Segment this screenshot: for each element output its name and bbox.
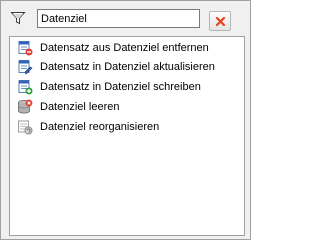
list-item-label: Datensatz aus Datenziel entfernen (40, 42, 209, 54)
list-item-label: Datensatz in Datenziel aktualisieren (40, 61, 215, 73)
list-item-datensatz-aktualisieren[interactable]: Datensatz in Datenziel aktualisieren (12, 58, 242, 76)
list-item-datensatz-entfernen[interactable]: Datensatz aus Datenziel entfernen (12, 39, 242, 57)
clear-x-icon (215, 16, 226, 27)
record-remove-icon (17, 40, 33, 56)
filter-panel: Datensatz aus Datenziel entfernen Datens… (0, 0, 251, 240)
clear-search-button[interactable] (209, 11, 231, 31)
database-reorganize-icon (17, 119, 33, 135)
search-input[interactable] (37, 9, 200, 28)
record-write-icon (17, 79, 33, 95)
list-item-label: Datenziel reorganisieren (40, 121, 160, 133)
list-item-label: Datensatz in Datenziel schreiben (40, 81, 201, 93)
list-item-datenziel-leeren[interactable]: Datenziel leeren (12, 98, 242, 116)
list-item-datensatz-schreiben[interactable]: Datensatz in Datenziel schreiben (12, 78, 242, 96)
list-item-datenziel-reorganisieren[interactable]: Datenziel reorganisieren (12, 118, 242, 136)
list-item-label: Datenziel leeren (40, 101, 120, 113)
database-clear-icon (17, 99, 33, 115)
filter-funnel-icon (10, 10, 26, 26)
action-list: Datensatz aus Datenziel entfernen Datens… (9, 36, 245, 236)
record-update-icon (17, 59, 33, 75)
